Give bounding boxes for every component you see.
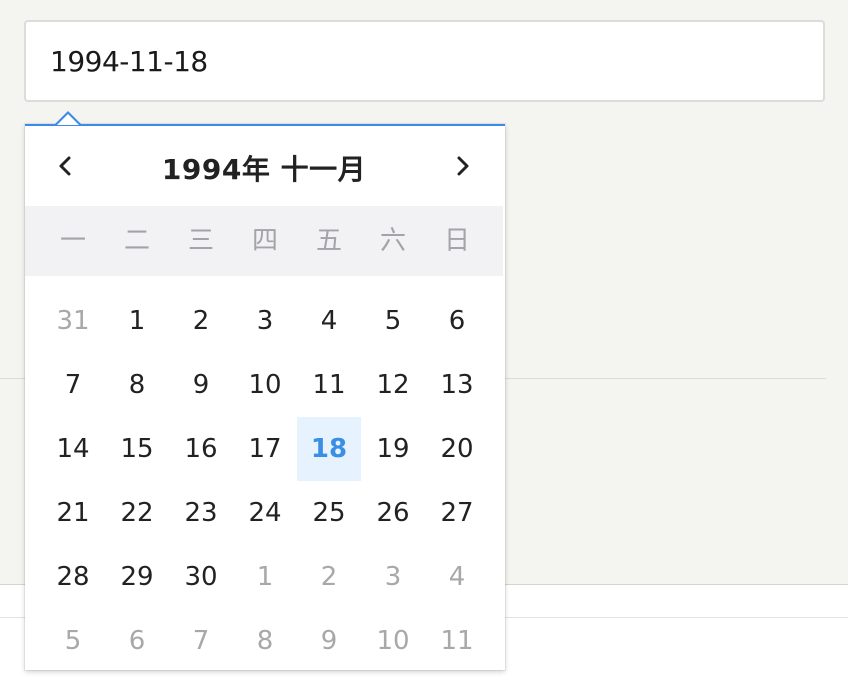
day-cell[interactable]: 17 [233, 417, 297, 481]
day-cell-other-month[interactable]: 31 [41, 289, 105, 353]
day-cell-other-month[interactable]: 9 [297, 609, 361, 673]
day-cell-other-month[interactable]: 1 [233, 545, 297, 609]
day-cell[interactable]: 11 [297, 353, 361, 417]
day-cell-selected[interactable]: 18 [297, 417, 361, 481]
week-row: 5 6 7 8 9 10 11 [41, 609, 489, 673]
day-cell[interactable]: 28 [41, 545, 105, 609]
day-cell[interactable]: 27 [425, 481, 489, 545]
day-cell[interactable]: 5 [361, 289, 425, 353]
week-row: 14 15 16 17 18 19 20 [41, 417, 489, 481]
day-cell[interactable]: 20 [425, 417, 489, 481]
weekday-label: 五 [315, 226, 342, 256]
day-cell-other-month[interactable]: 3 [361, 545, 425, 609]
weekday-label: 四 [251, 226, 278, 256]
day-cell[interactable]: 8 [105, 353, 169, 417]
day-cell[interactable]: 21 [41, 481, 105, 545]
weekday-label: 日 [443, 226, 470, 256]
day-cell[interactable]: 14 [41, 417, 105, 481]
day-cell[interactable]: 6 [425, 289, 489, 353]
day-cell[interactable]: 25 [297, 481, 361, 545]
day-cell[interactable]: 2 [169, 289, 233, 353]
month-title[interactable]: 1994年 十一月 [25, 148, 503, 188]
day-cell[interactable]: 4 [297, 289, 361, 353]
day-cell[interactable]: 22 [105, 481, 169, 545]
week-row: 7 8 9 10 11 12 13 [41, 353, 489, 417]
day-grid: 31 1 2 3 4 5 6 7 8 9 10 11 12 13 14 15 16 17 18 19 20 21 22 23 2… [41, 289, 489, 673]
week-row: 31 1 2 3 4 5 6 [41, 289, 489, 353]
day-cell-other-month[interactable]: 2 [297, 545, 361, 609]
date-picker-popup: 1994年 十一月 一 二 三 四 五 六 日 31 1 2 3 4 5 6 7 8 9 10 11 1… [25, 124, 505, 670]
week-row: 21 22 23 24 25 26 27 [41, 481, 489, 545]
week-row: 28 29 30 1 2 3 4 [41, 545, 489, 609]
day-cell-other-month[interactable]: 4 [425, 545, 489, 609]
day-cell[interactable]: 10 [233, 353, 297, 417]
day-cell-other-month[interactable]: 6 [105, 609, 169, 673]
weekday-label: 二 [123, 226, 150, 256]
day-cell-other-month[interactable]: 5 [41, 609, 105, 673]
day-cell-other-month[interactable]: 10 [361, 609, 425, 673]
day-cell[interactable]: 15 [105, 417, 169, 481]
weekday-header: 一 二 三 四 五 六 日 [25, 206, 503, 276]
date-input[interactable] [24, 20, 825, 102]
weekday-label: 六 [379, 226, 406, 256]
day-cell[interactable]: 26 [361, 481, 425, 545]
weekday-label: 一 [59, 226, 86, 256]
chevron-right-icon [457, 156, 469, 176]
day-cell[interactable]: 24 [233, 481, 297, 545]
day-cell[interactable]: 9 [169, 353, 233, 417]
picker-header: 1994年 十一月 [25, 126, 503, 206]
day-cell-other-month[interactable]: 7 [169, 609, 233, 673]
day-cell[interactable]: 7 [41, 353, 105, 417]
day-cell[interactable]: 23 [169, 481, 233, 545]
day-cell-other-month[interactable]: 8 [233, 609, 297, 673]
day-cell[interactable]: 13 [425, 353, 489, 417]
next-month-button[interactable] [443, 144, 483, 188]
day-cell[interactable]: 16 [169, 417, 233, 481]
weekday-label: 三 [187, 226, 214, 256]
day-cell[interactable]: 19 [361, 417, 425, 481]
day-cell-other-month[interactable]: 11 [425, 609, 489, 673]
day-cell[interactable]: 12 [361, 353, 425, 417]
day-cell[interactable]: 30 [169, 545, 233, 609]
day-cell[interactable]: 3 [233, 289, 297, 353]
day-cell[interactable]: 1 [105, 289, 169, 353]
day-cell[interactable]: 29 [105, 545, 169, 609]
